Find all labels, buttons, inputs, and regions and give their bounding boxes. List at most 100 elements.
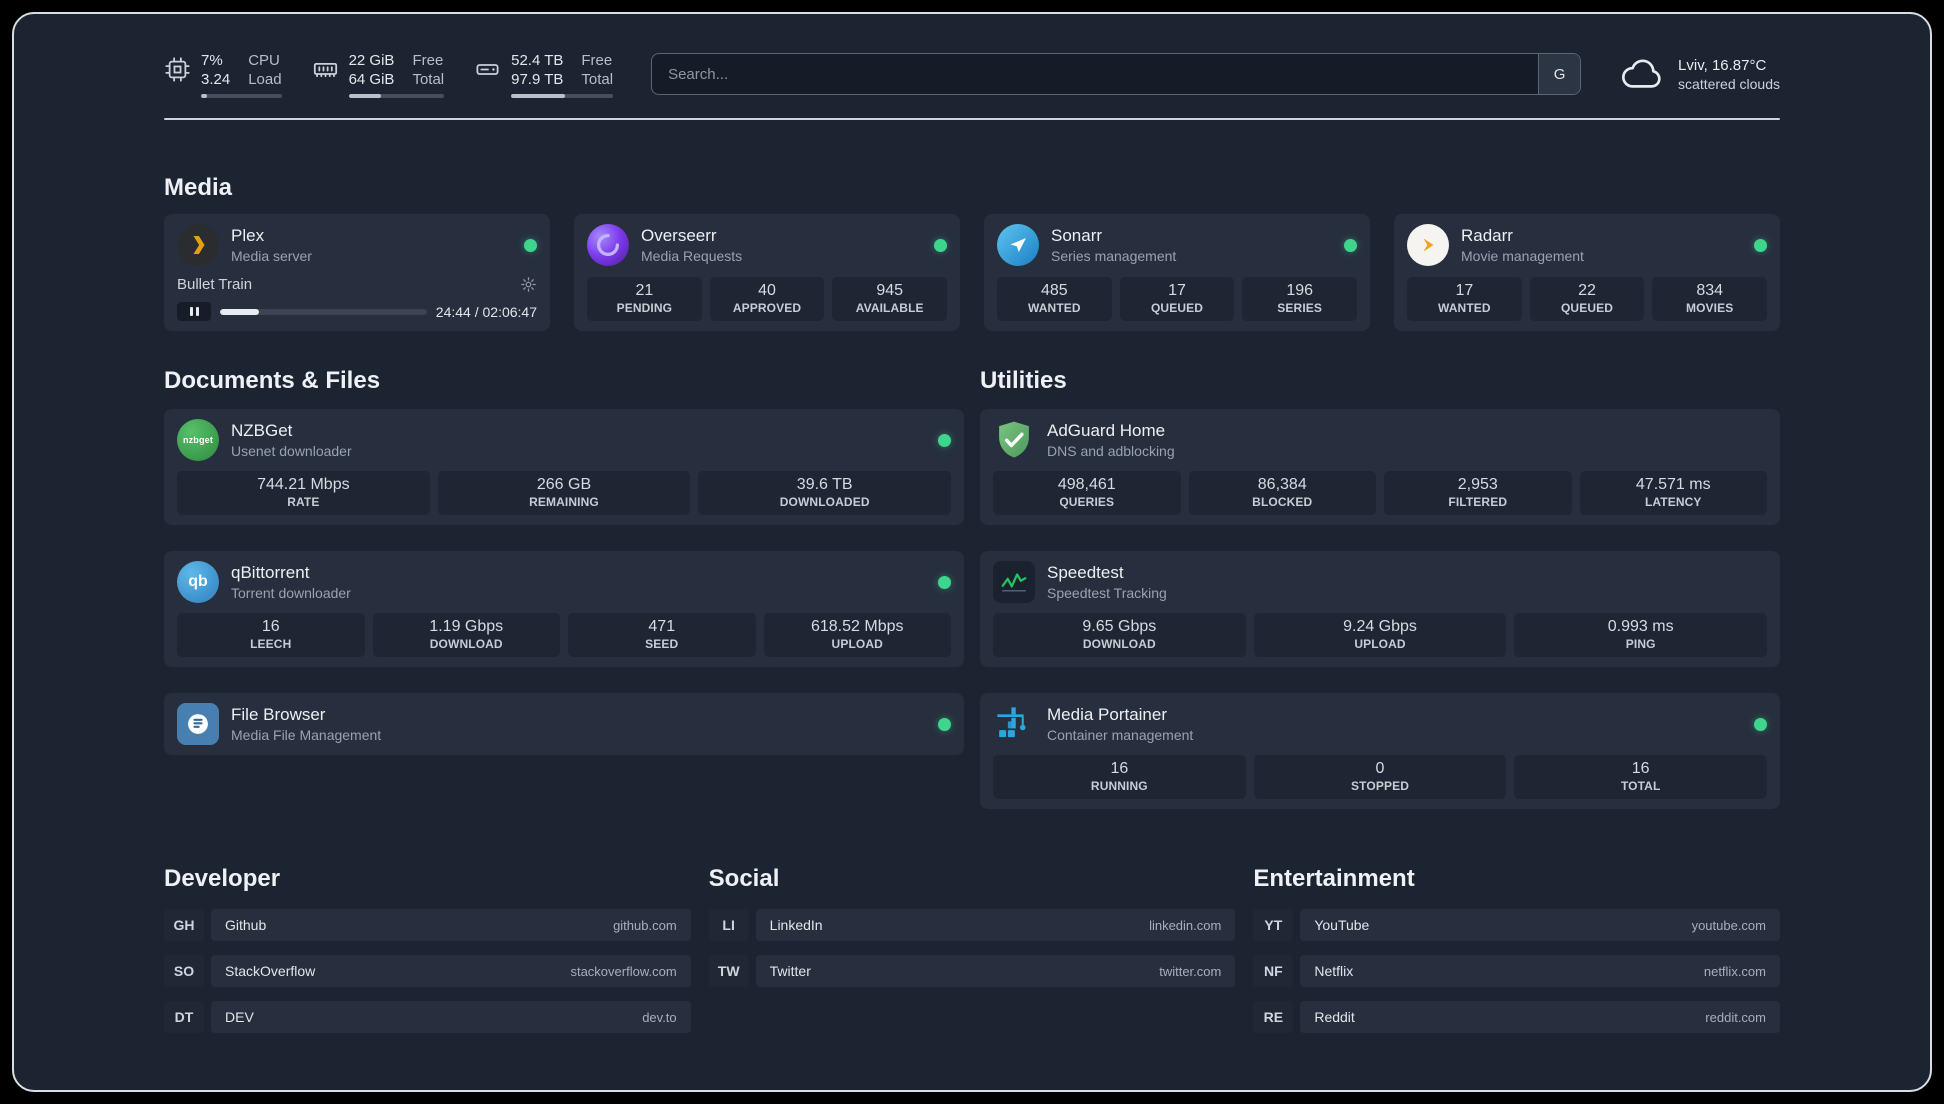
bookmark-dev[interactable]: DT DEV dev.to [164,1001,691,1033]
stat-value: 266 GB [536,476,592,493]
bookmark-linkedin[interactable]: LI LinkedIn linkedin.com [708,909,1236,941]
utilities-column: Utilities AdGuard Home DNS and adblockin… [980,367,1780,809]
stat-label: AVAILABLE [855,301,924,315]
bookmarks-entertainment: Entertainment YT YouTube youtube.com NF … [1253,865,1780,1033]
stat-label: RUNNING [1090,779,1148,793]
stat-block: 16 RUNNING [993,755,1246,799]
stat-value: 834 [1696,282,1724,299]
filebrowser-icon [177,703,219,745]
stat-label: FILTERED [1448,495,1508,509]
status-dot [524,238,537,252]
service-name: Overseerr [641,226,717,245]
search-input[interactable] [651,53,1582,95]
cpu-progress-fill [201,93,208,98]
section-title-developer: Developer [164,865,281,892]
service-card-overseerr[interactable]: Overseerr Media Requests 21 PENDING 40 A… [574,214,960,331]
stat-value: 86,384 [1257,476,1307,493]
stat-block: 22 QUEUED [1529,277,1645,321]
stat-value: 21 [635,282,654,299]
bookmark-netflix[interactable]: NF Netflix netflix.com [1253,955,1780,987]
bookmark-name: DEV [225,1009,254,1025]
portainer-icon [993,703,1035,745]
service-description: DNS and adblocking [1047,443,1175,459]
service-description: Torrent downloader [231,585,351,601]
dashboard-panel: 7% CPU 3.24 Load 22 GiB Free 64 GiB Tota… [12,12,1932,1092]
service-card-plex[interactable]: Plex Media server Bullet Train 24:44 / 0… [164,214,550,331]
weather-location: Lviv, 16.87°C [1678,56,1767,74]
bookmarks-developer: Developer GH Github github.com SO StackO… [164,865,691,1033]
stat-block: 471 SEED [568,613,756,657]
disk-free-value: 52.4 TB [511,51,564,69]
service-name: Sonarr [1051,226,1103,245]
bookmark-name: Netflix [1314,963,1354,979]
status-dot [938,575,951,589]
nzbget-icon: nzbget [177,419,219,461]
bookmark-url: netflix.com [1703,963,1766,979]
service-description: Movie management [1461,248,1584,264]
bookmark-abbr: LI [708,909,749,941]
service-card-radarr[interactable]: Radarr Movie management 17 WANTED 22 QUE… [1394,214,1780,331]
stat-label: MOVIES [1685,301,1734,315]
search-bar: G [651,53,1582,95]
disk-icon [474,56,501,83]
bookmarks-social: Social LI LinkedIn linkedin.com TW Twitt… [708,865,1236,1033]
bookmark-github[interactable]: GH Github github.com [164,909,691,941]
adguard-icon [993,419,1035,461]
now-playing-title: Bullet Train [177,276,253,293]
stat-block: 618.52 Mbps UPLOAD [763,613,951,657]
stats-row: 498,461 QUERIES 86,384 BLOCKED 2,953 FIL… [993,461,1767,515]
stat-block: 0 STOPPED [1253,755,1507,799]
search-provider-button[interactable]: G [1538,54,1581,94]
service-card-filebrowser[interactable]: File Browser Media File Management [164,693,964,755]
status-dot [938,433,951,447]
service-card-nzbget[interactable]: nzbget NZBGet Usenet downloader 744.21 M… [164,409,964,525]
stat-value: 16 [261,618,280,635]
stat-block: 47.571 ms LATENCY [1579,471,1767,515]
stats-row: 744.21 Mbps RATE 266 GB REMAINING 39.6 T… [177,461,952,515]
bookmark-url: github.com [613,917,677,933]
disk-progress-fill [511,93,566,98]
stat-value: 47.571 ms [1635,476,1711,493]
stat-block: 16 LEECH [177,613,365,657]
bookmark-url: dev.to [642,1009,677,1025]
stat-block: 498,461 QUERIES [993,471,1181,515]
stat-block: 485 WANTED [997,277,1112,321]
qbittorrent-icon: qb [177,561,219,603]
service-card-portainer[interactable]: Media Portainer Container management 16 … [980,693,1780,809]
stat-value: 17 [1455,282,1474,299]
plex-now-playing-widget: Bullet Train 24:44 / 02:06:47 [177,266,537,321]
service-name: AdGuard Home [1047,421,1166,440]
cpu-usage-value: 7% [201,51,223,69]
bookmark-abbr: GH [164,909,204,941]
service-card-qbittorrent[interactable]: qb qBittorrent Torrent downloader 16 LEE… [164,551,964,667]
weather-widget: Lviv, 16.87°C scattered clouds [1619,56,1780,92]
bookmark-youtube[interactable]: YT YouTube youtube.com [1253,909,1780,941]
cpu-label: CPU [248,51,280,69]
service-card-speedtest[interactable]: Speedtest Speedtest Tracking 9.65 Gbps D… [980,551,1780,667]
bookmark-stackoverflow[interactable]: SO StackOverflow stackoverflow.com [164,955,691,987]
stat-label: DOWNLOAD [1082,637,1156,651]
service-card-sonarr[interactable]: Sonarr Series management 485 WANTED 17 Q… [984,214,1370,331]
stat-value: 2,953 [1457,476,1498,493]
service-description: Series management [1051,248,1177,264]
stat-label: SEED [645,637,679,651]
stat-block: 0.993 ms PING [1514,613,1768,657]
section-title-social: Social [708,865,780,892]
memory-icon [312,56,339,83]
service-name: Media Portainer [1047,705,1168,724]
bookmark-reddit[interactable]: RE Reddit reddit.com [1253,1001,1780,1033]
memory-free-label: Free [412,51,444,69]
bookmark-twitter[interactable]: TW Twitter twitter.com [708,955,1236,987]
memory-progress-bar [348,93,445,98]
stat-block: 9.24 Gbps UPLOAD [1253,613,1507,657]
seek-bar[interactable] [220,308,427,315]
stat-value: 1.19 Gbps [429,618,504,635]
pause-button[interactable] [177,302,211,321]
stat-label: UPLOAD [1354,637,1406,651]
bookmark-abbr: SO [164,955,204,987]
gear-icon[interactable] [520,276,537,293]
stat-block: 2,953 FILTERED [1384,471,1572,515]
stat-block: 266 GB REMAINING [437,471,691,515]
stat-label: STOPPED [1351,779,1409,793]
service-card-adguard[interactable]: AdGuard Home DNS and adblocking 498,461 … [980,409,1780,525]
